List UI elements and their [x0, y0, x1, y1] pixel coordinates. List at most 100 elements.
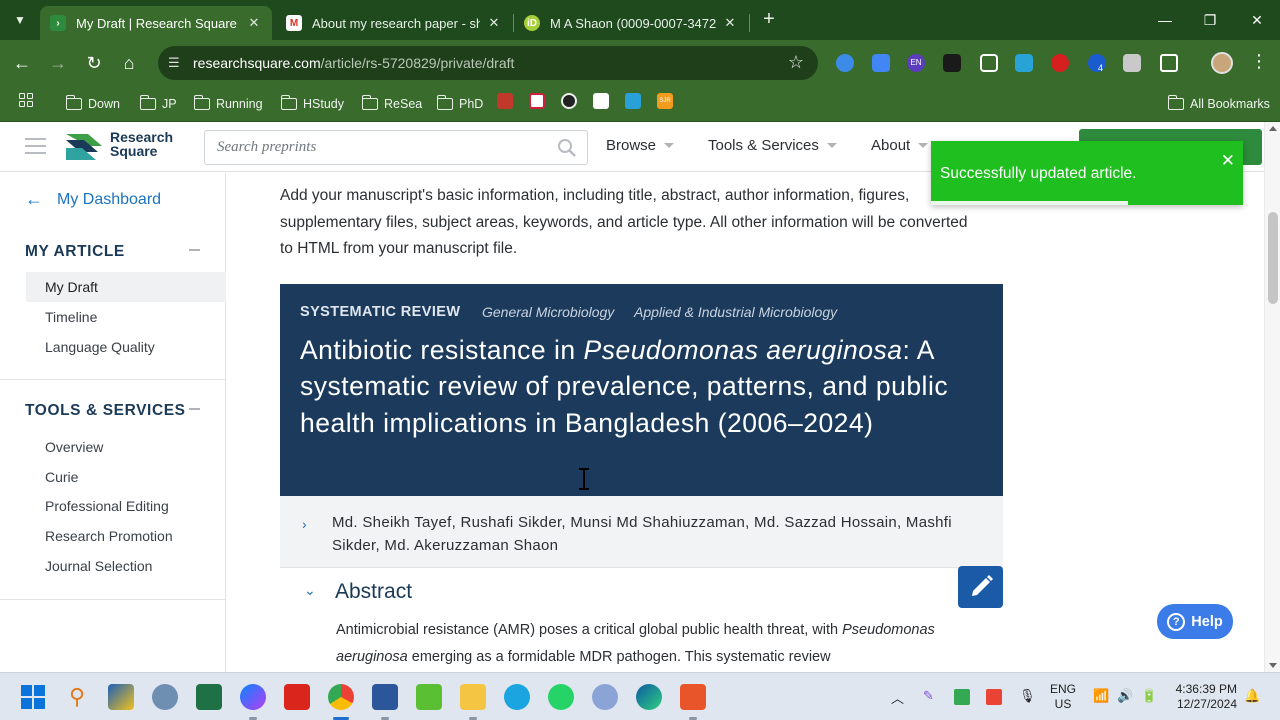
extension-printer-icon[interactable]: [1015, 54, 1033, 72]
close-tab-icon[interactable]: ✕: [246, 15, 262, 31]
sidebar-item-my-draft[interactable]: My Draft: [26, 272, 226, 302]
tray-overflow-chevron-icon[interactable]: ︿: [891, 688, 904, 707]
edit-button[interactable]: [958, 566, 1003, 608]
close-icon[interactable]: ✕: [1221, 151, 1235, 171]
bookmark-gmail-icon[interactable]: [593, 93, 609, 109]
extension-bird-icon[interactable]: [943, 54, 961, 72]
extension-ai-icon[interactable]: [836, 54, 854, 72]
subject-area-tag[interactable]: Applied & Industrial Microbiology: [634, 304, 837, 320]
extension-rocket-icon[interactable]: 4: [1088, 54, 1106, 73]
search-icon[interactable]: [557, 138, 577, 158]
sidebar-item-language-quality[interactable]: Language Quality: [45, 339, 155, 355]
app-camtasia-icon[interactable]: [416, 684, 442, 710]
browser-menu-icon[interactable]: ⋮: [1250, 51, 1268, 72]
tab-gmail[interactable]: M About my research paper - sha ✕: [276, 6, 512, 40]
extension-puzzle-grey-icon[interactable]: [1123, 54, 1141, 72]
sidebar-item-research-promotion[interactable]: Research Promotion: [45, 528, 173, 544]
bookmark-folder-phd[interactable]: PhD: [436, 94, 483, 114]
app-messenger-icon[interactable]: [240, 684, 266, 710]
chevron-down-icon[interactable]: ⌄: [304, 582, 316, 599]
sidebar-item-journal-selection[interactable]: Journal Selection: [45, 558, 152, 574]
collapse-minus-icon[interactable]: [189, 408, 200, 410]
sidebar-item-curie[interactable]: Curie: [45, 469, 78, 485]
search-input[interactable]: [217, 139, 547, 156]
app-edge-icon[interactable]: [636, 684, 662, 710]
scroll-up-icon[interactable]: [1269, 126, 1277, 131]
app-chrome-icon[interactable]: [328, 684, 354, 710]
tray-drive-icon[interactable]: [954, 689, 970, 705]
profile-avatar[interactable]: [1211, 52, 1233, 74]
my-dashboard-link[interactable]: ← My Dashboard: [25, 189, 161, 210]
abstract-heading[interactable]: Abstract: [335, 580, 412, 604]
bookmark-folder-resea[interactable]: ReSea: [361, 94, 422, 114]
subject-area-tag[interactable]: General Microbiology: [482, 304, 614, 320]
new-tab-icon[interactable]: +: [758, 8, 780, 32]
app-matlab-icon[interactable]: [108, 684, 134, 710]
logo-text[interactable]: Research Square: [110, 130, 173, 158]
search-icon[interactable]: ⚲: [64, 684, 90, 710]
bookmark-folder-running[interactable]: Running: [193, 94, 263, 114]
back-icon[interactable]: ←: [10, 51, 34, 75]
app-excel-icon[interactable]: [196, 684, 222, 710]
tab-my-draft[interactable]: › My Draft | Research Square ✕: [40, 6, 272, 40]
windows-start-icon[interactable]: [20, 684, 46, 710]
app-clipchamp-icon[interactable]: [680, 684, 706, 710]
restore-icon[interactable]: ❐: [1195, 8, 1225, 32]
bookmark-folder-jp[interactable]: JP: [139, 94, 177, 114]
forward-icon[interactable]: →: [46, 51, 70, 75]
bookmark-sjr-icon[interactable]: SJR: [657, 93, 673, 109]
bookmark-pocket-icon[interactable]: [529, 93, 545, 109]
app-skype-icon[interactable]: [504, 684, 530, 710]
bookmark-star-icon[interactable]: ☆: [788, 52, 804, 73]
nav-tools-services[interactable]: Tools & Services: [708, 137, 837, 154]
apps-grid-icon[interactable]: [19, 93, 33, 107]
extension-window-icon[interactable]: [980, 54, 998, 72]
tab-orcid[interactable]: iD M A Shaon (0009-0007-3472-2 ✕: [514, 6, 748, 40]
battery-icon[interactable]: 🔋: [1141, 688, 1157, 704]
all-bookmarks-folder[interactable]: All Bookmarks: [1167, 94, 1270, 114]
hamburger-menu-icon[interactable]: [25, 138, 46, 154]
chevron-right-icon[interactable]: ›: [302, 516, 307, 532]
reload-icon[interactable]: ↻: [82, 51, 106, 75]
bookmark-openai-icon[interactable]: [561, 93, 577, 109]
wifi-icon[interactable]: 📶: [1093, 688, 1109, 704]
input-language-indicator[interactable]: ENG US: [1050, 682, 1076, 712]
extension-translate-icon[interactable]: EN: [907, 54, 925, 72]
close-tab-icon[interactable]: ✕: [486, 15, 502, 31]
app-file-explorer-icon[interactable]: [460, 684, 486, 710]
site-settings-icon[interactable]: ☰: [168, 55, 184, 71]
address-bar[interactable]: ☰ researchsquare.com/article/rs-5720829/…: [158, 46, 818, 80]
sidebar-item-professional-editing[interactable]: Professional Editing: [45, 498, 169, 514]
minimize-icon[interactable]: —: [1150, 8, 1180, 32]
bookmark-layers-icon[interactable]: [625, 93, 641, 109]
collapse-minus-icon[interactable]: [189, 249, 200, 251]
scroll-down-icon[interactable]: [1269, 663, 1277, 668]
volume-icon[interactable]: 🔊: [1117, 688, 1133, 704]
notification-bell-icon[interactable]: 🔔: [1244, 688, 1260, 704]
extension-record-icon[interactable]: [1051, 54, 1069, 72]
system-clock[interactable]: 4:36:39 PM 12/27/2024: [1175, 682, 1237, 712]
close-window-icon[interactable]: ✕: [1242, 8, 1272, 32]
bookmark-folder-hstudy[interactable]: HStudy: [280, 94, 344, 114]
home-icon[interactable]: ⌂: [117, 51, 141, 75]
nav-about[interactable]: About: [871, 137, 929, 154]
sidebar-item-overview[interactable]: Overview: [45, 439, 103, 455]
tray-microphone-icon[interactable]: 🎙: [1019, 688, 1036, 704]
bookmark-folder-down[interactable]: Down: [65, 94, 120, 114]
bookmark-journal-icon[interactable]: [497, 93, 513, 109]
research-square-logo-icon[interactable]: [64, 130, 104, 162]
close-tab-icon[interactable]: ✕: [722, 15, 738, 31]
sidebar-item-timeline[interactable]: Timeline: [45, 309, 97, 325]
extension-docs-icon[interactable]: [872, 54, 890, 72]
app-whatsapp-icon[interactable]: [548, 684, 574, 710]
help-button[interactable]: ? Help: [1157, 604, 1233, 639]
nav-browse[interactable]: Browse: [606, 137, 675, 154]
page-scrollbar[interactable]: [1264, 122, 1280, 672]
tab-search-chevron-icon[interactable]: ▼: [8, 8, 32, 32]
authors-panel[interactable]: › Md. Sheikh Tayef, Rushafi Sikder, Muns…: [280, 496, 1003, 568]
app-word-icon[interactable]: [372, 684, 398, 710]
app-acrobat-icon[interactable]: [284, 684, 310, 710]
app-r-icon[interactable]: [592, 684, 618, 710]
scrollbar-thumb[interactable]: [1268, 212, 1278, 304]
tray-photos-icon[interactable]: [986, 689, 1002, 705]
